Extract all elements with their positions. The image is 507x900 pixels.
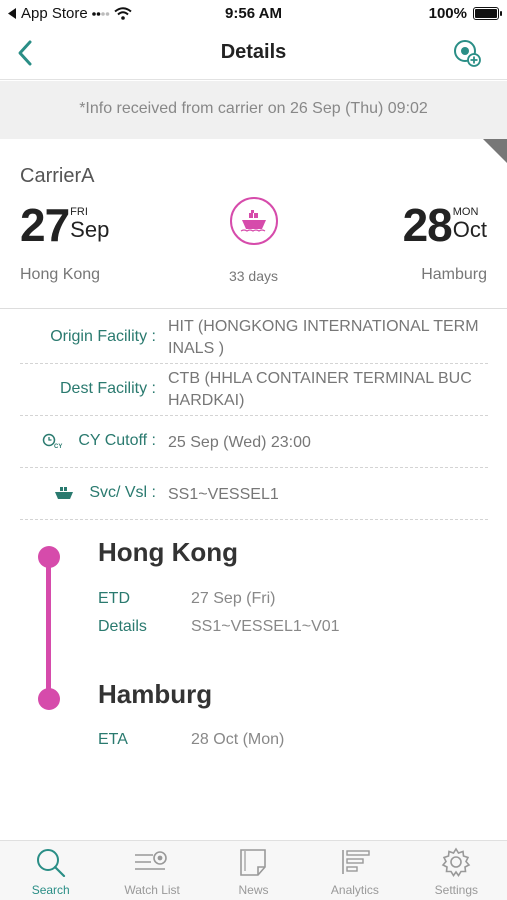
dest-facility-row: Dest Facility : CTB (HHLA CONTAINER TERM… — [20, 364, 488, 416]
battery-icon — [473, 7, 502, 20]
ship-badge — [230, 197, 278, 245]
analytics-icon — [342, 850, 370, 874]
eta-label: ETA — [98, 731, 128, 748]
news-icon — [239, 849, 266, 876]
tab-bar: Search Watch List News Analytics Setting… — [0, 840, 507, 900]
cy-cutoff-row: CY CY Cutoff : 25 Sep (Wed) 23:00 — [20, 416, 488, 468]
tab-watch-list[interactable]: Watch List — [101, 841, 202, 900]
details-value: SS1~VESSEL1~V01 — [191, 618, 340, 635]
route-line — [46, 557, 51, 699]
departure-date: 27 FRI Sep — [20, 199, 110, 251]
cy-cutoff-value: 25 Sep (Wed) 23:00 — [168, 434, 311, 451]
corner-flag — [483, 139, 507, 163]
search-icon — [36, 849, 65, 877]
origin-port: Hong Kong — [98, 537, 239, 567]
tab-news-label: News — [238, 883, 269, 897]
details-label: Details — [98, 618, 147, 635]
tab-analytics-label: Analytics — [330, 883, 379, 897]
tab-news[interactable]: News — [203, 841, 304, 900]
svc-vsl-label: Svc/ Vsl : — [89, 484, 156, 501]
svc-vsl-value: SS1~VESSEL1 — [168, 486, 279, 503]
arrival-city: Hamburg — [421, 266, 487, 283]
settings-icon — [442, 847, 471, 877]
tab-search-label: Search — [31, 883, 70, 897]
tab-watch-list-label: Watch List — [124, 883, 180, 897]
tab-settings-label: Settings — [434, 883, 478, 897]
tab-analytics[interactable]: Analytics — [304, 841, 405, 900]
service-vessel-row: Svc/ Vsl : SS1~VESSEL1 — [20, 468, 488, 520]
cy-cutoff-label: CY Cutoff : — [78, 432, 156, 449]
vessel-icon — [53, 484, 75, 502]
nav-bar: Details — [0, 26, 507, 80]
origin-facility-label: Origin Facility : — [50, 328, 156, 345]
departure-day: 27 — [20, 199, 70, 251]
route-timeline: Hong Kong ETD 27 Sep (Fri) Details SS1~V… — [0, 535, 507, 765]
carrier-name: CarrierA — [20, 165, 95, 187]
schedule-summary: CarrierA 27 FRI Sep 28 MON Oct Hong Kong… — [0, 139, 507, 309]
etd-value: 27 Sep (Fri) — [191, 590, 276, 607]
info-banner: *Info received from carrier on 26 Sep (T… — [0, 81, 507, 139]
add-to-watch-button[interactable] — [451, 37, 485, 71]
arrival-date: 28 MON Oct — [402, 199, 487, 251]
tab-search[interactable]: Search — [0, 841, 101, 900]
eta-value: 28 Oct (Mon) — [191, 731, 285, 748]
watch-add-icon — [454, 40, 481, 67]
dest-facility-label: Dest Facility : — [59, 380, 156, 397]
cy-clock-icon: CY — [42, 432, 64, 450]
arrival-month: Oct — [452, 217, 487, 242]
arrival-day: 28 — [402, 199, 453, 251]
destination-dot — [38, 688, 60, 710]
destination-port: Hamburg — [98, 679, 213, 709]
svg-text:CY: CY — [54, 444, 62, 449]
departure-month: Sep — [70, 217, 110, 242]
status-bar: App Store 9:56 AM 100% — [0, 0, 507, 26]
watch-list-icon — [135, 851, 167, 870]
tab-settings[interactable]: Settings — [406, 841, 507, 900]
battery-percent: 100% — [428, 5, 467, 22]
battery-status: 100% — [428, 5, 502, 22]
etd-label: ETD — [98, 590, 130, 607]
dest-facility-value: CTB (HHLA CONTAINER TERMINAL BUC HARDKAI… — [168, 370, 472, 409]
origin-facility-value: HIT (HONGKONG INTERNATIONAL TERM INALS ) — [168, 318, 479, 357]
facility-details: Origin Facility : HIT (HONGKONG INTERNAT… — [20, 312, 488, 520]
ship-icon — [240, 210, 266, 232]
page-title: Details — [220, 41, 287, 63]
origin-facility-row: Origin Facility : HIT (HONGKONG INTERNAT… — [20, 312, 488, 364]
